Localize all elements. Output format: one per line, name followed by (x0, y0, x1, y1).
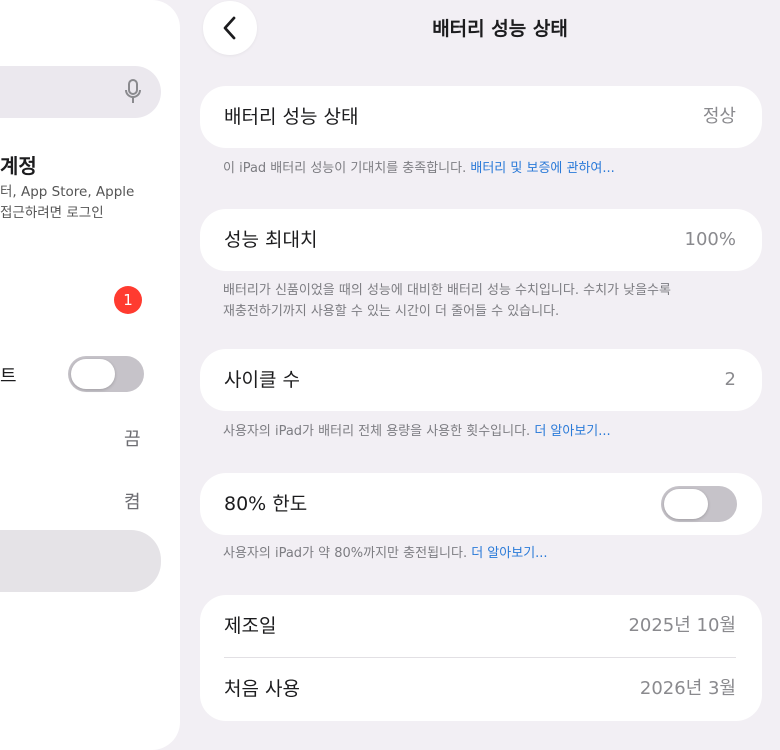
max-capacity-value: 100% (684, 229, 736, 250)
charge-limit-row: 80% 한도 (200, 473, 762, 535)
account-subtitle: 터, App Store, Apple 접근하려면 로그인 (0, 184, 135, 221)
sidebar-item-selected[interactable] (0, 530, 161, 592)
sidebar-item-on-value: 켬 (124, 492, 141, 513)
search-field[interactable] (0, 66, 161, 118)
cycle-learn-more-link[interactable]: 더 알아보기... (534, 424, 610, 439)
cycle-count-label: 사이클 수 (224, 369, 300, 391)
cycle-count-note: 사용자의 iPad가 배터리 전체 용량을 사용한 횟수입니다. 더 알아보기.… (223, 424, 611, 439)
first-use-value: 2026년 3월 (639, 678, 736, 699)
dates-card: 제조일 2025년 10월 처음 사용 2026년 3월 (200, 595, 762, 721)
manufactured-label: 제조일 (224, 615, 277, 637)
sidebar-toggle-switch[interactable] (68, 356, 144, 392)
battery-health-value: 정상 (702, 106, 736, 127)
sidebar-toggle-item-label: 트 (0, 366, 17, 387)
toggle-knob (71, 359, 115, 389)
limit-learn-more-link[interactable]: 더 알아보기... (471, 546, 547, 561)
charge-limit-note: 사용자의 iPad가 약 80%까지만 충전됩니다. 더 알아보기... (223, 546, 548, 561)
manufactured-row: 제조일 2025년 10월 (200, 595, 762, 657)
battery-warranty-link[interactable]: 배터리 및 보증에 관하여... (470, 161, 614, 176)
charge-limit-card: 80% 한도 (200, 473, 762, 535)
sidebar: 계정 터, App Store, Apple 접근하려면 로그인 1 트 끔 켬 (0, 0, 180, 750)
battery-health-note: 이 iPad 배터리 성능이 기대치를 충족합니다. 배터리 및 보증에 관하여… (223, 161, 615, 176)
back-button[interactable] (203, 1, 257, 55)
toggle-knob (664, 489, 708, 519)
battery-health-row: 배터리 성능 상태 정상 (200, 86, 762, 148)
account-title[interactable]: 계정 (0, 150, 37, 179)
page-title: 배터리 성능 상태 (432, 18, 568, 40)
charge-limit-label: 80% 한도 (224, 493, 308, 515)
microphone-icon[interactable] (123, 78, 143, 106)
cycle-count-value: 2 (724, 369, 736, 390)
max-capacity-note: 배터리가 신품이었을 때의 성능에 대비한 배터리 성능 수치입니다. 수치가 … (223, 283, 671, 319)
max-capacity-label: 성능 최대치 (224, 229, 318, 251)
chevron-left-icon (223, 16, 236, 40)
max-capacity-card: 성능 최대치 100% (200, 209, 762, 271)
max-capacity-row: 성능 최대치 100% (200, 209, 762, 271)
cycle-count-card: 사이클 수 2 (200, 349, 762, 411)
charge-limit-toggle[interactable] (661, 486, 737, 522)
sidebar-item-off-value: 끔 (124, 429, 141, 450)
battery-health-card: 배터리 성능 상태 정상 (200, 86, 762, 148)
first-use-label: 처음 사용 (224, 678, 300, 700)
notification-badge: 1 (114, 286, 142, 314)
battery-health-label: 배터리 성능 상태 (224, 106, 359, 128)
manufactured-value: 2025년 10월 (628, 615, 736, 636)
first-use-row: 처음 사용 2026년 3월 (200, 658, 762, 720)
cycle-count-row: 사이클 수 2 (200, 349, 762, 411)
